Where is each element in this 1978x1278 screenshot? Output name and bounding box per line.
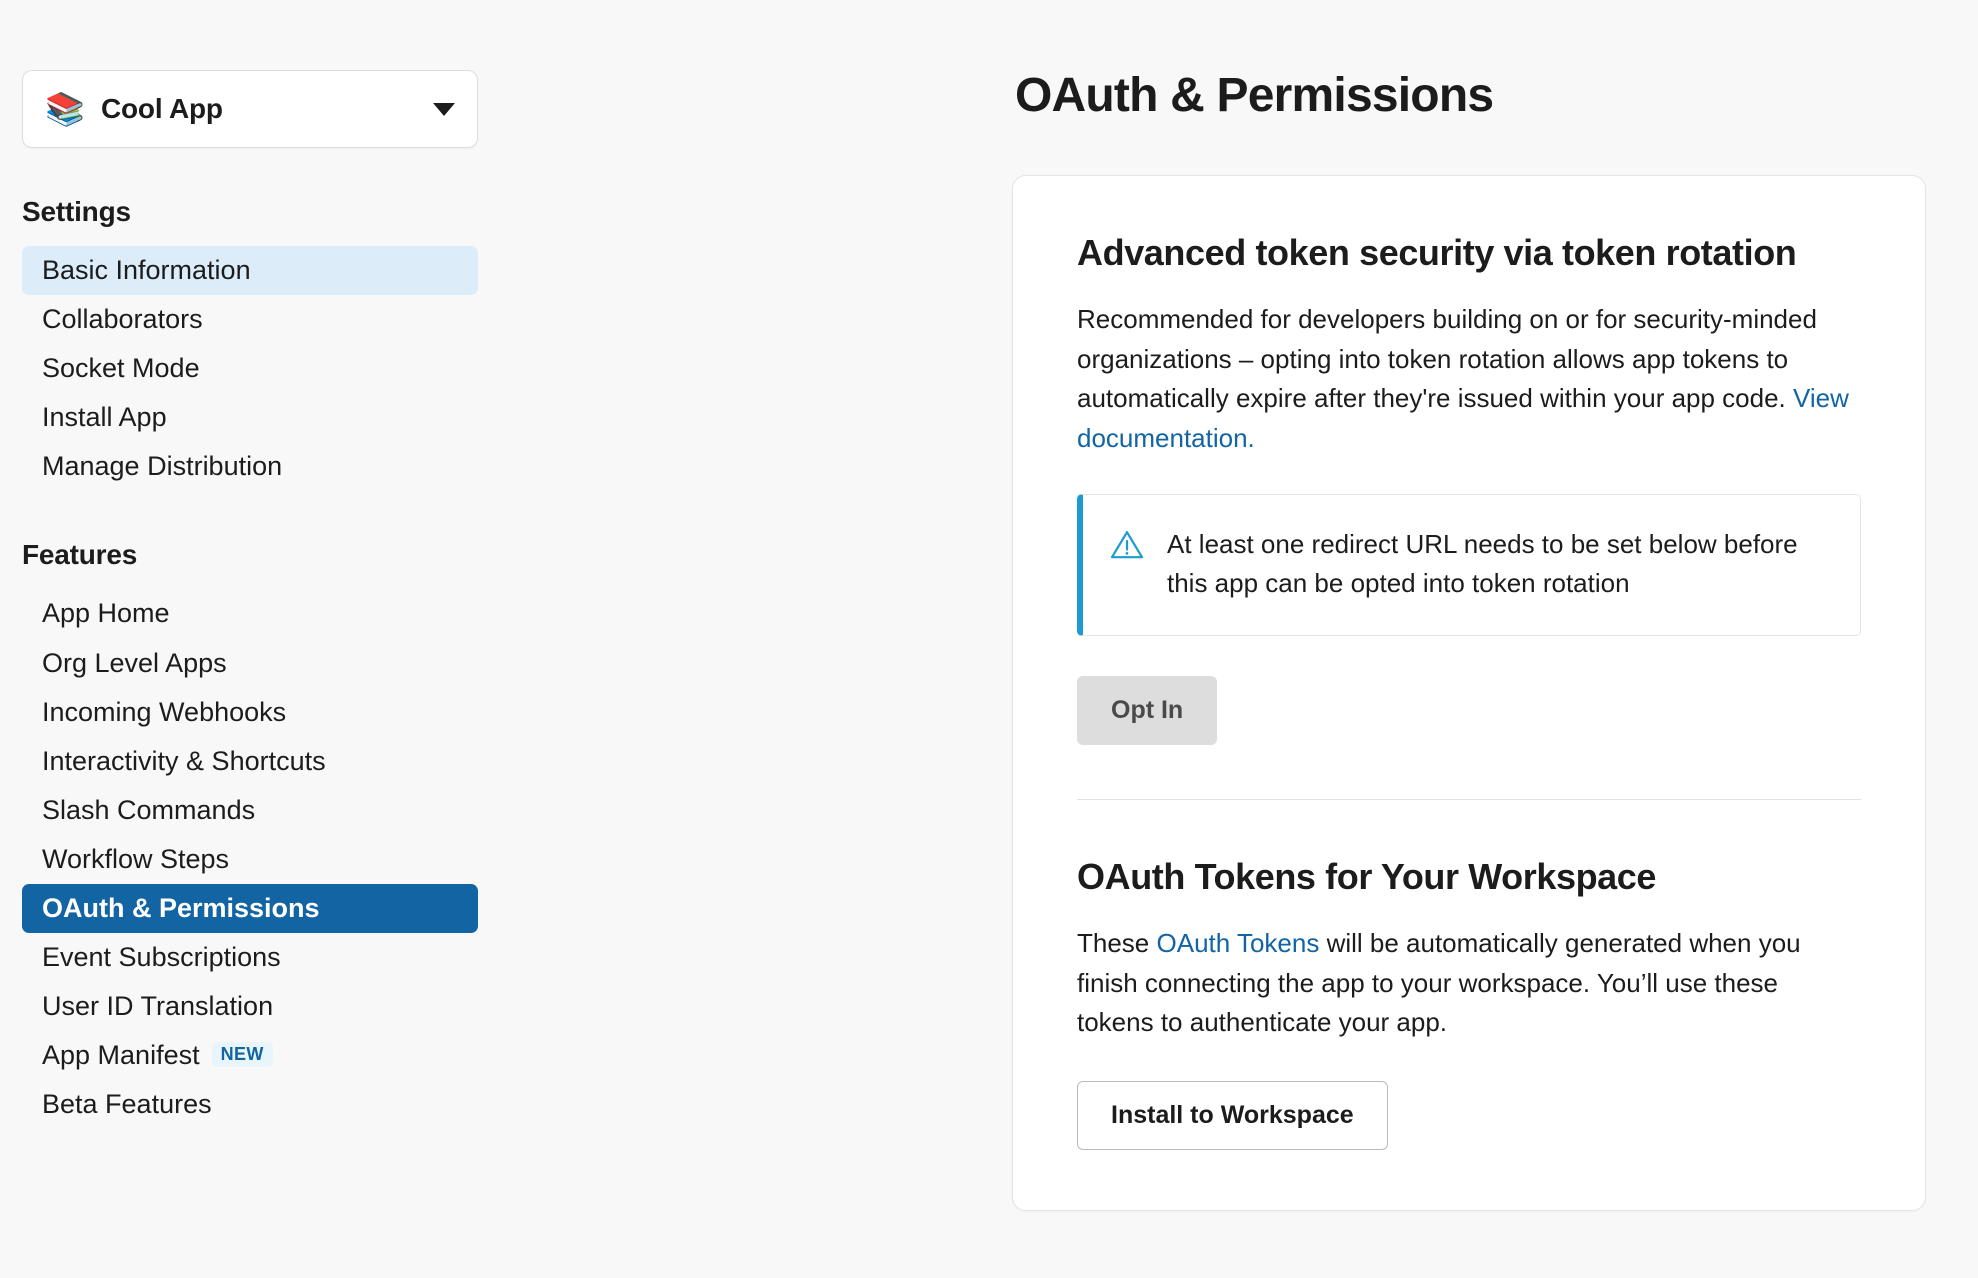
install-to-workspace-button[interactable]: Install to Workspace [1077,1080,1388,1150]
warning-triangle-icon [1109,527,1145,563]
sidebar-item-label: Basic Information [42,255,251,285]
sidebar-item-label: Socket Mode [42,353,200,384]
oauth-tokens-link[interactable]: OAuth Tokens [1157,928,1320,958]
nav-list-features: App Home Org Level Apps Incoming Webhook… [0,589,500,1129]
section-heading-token-rotation: Advanced token security via token rotati… [1077,232,1797,273]
section-heading-oauth-tokens: OAuth Tokens for Your Workspace [1077,856,1657,898]
page-title: OAuth & Permissions [1015,69,1494,122]
sidebar-item-user-id-translation[interactable]: User ID Translation [22,982,478,1031]
sidebar-item-interactivity-shortcuts[interactable]: Interactivity & Shortcuts [22,737,478,786]
oauth-tokens-description: These OAuth Tokens will be automatically… [1077,924,1861,1043]
section-divider [1077,799,1861,801]
nav-section-title-settings: Settings [22,196,131,227]
sidebar-item-event-subscriptions[interactable]: Event Subscriptions [22,933,478,982]
sidebar-item-label: Event Subscriptions [42,942,281,973]
nav-list-settings: Basic Information Collaborators Socket M… [0,246,500,491]
sidebar-item-label: Workflow Steps [42,843,230,874]
sidebar-item-app-manifest[interactable]: App Manifest NEW [22,1031,478,1080]
sidebar-item-install-app[interactable]: Install App [22,393,478,442]
redirect-url-alert: At least one redirect URL needs to be se… [1077,494,1861,637]
token-rotation-description-text: Recommended for developers building on o… [1077,304,1817,414]
chevron-down-icon[interactable] [433,102,455,116]
sidebar-item-slash-commands[interactable]: Slash Commands [22,786,478,835]
nav-section-title-features: Features [22,539,138,571]
sidebar-item-manage-distribution[interactable]: Manage Distribution [22,442,478,491]
sidebar: 📚 Cool App Settings Basic Information Co… [0,0,500,1278]
opt-in-button[interactable]: Opt In [1077,676,1218,746]
sidebar-item-beta-features[interactable]: Beta Features [22,1080,478,1129]
alert-message: At least one redirect URL needs to be se… [1167,529,1798,599]
app-root: 📚 Cool App Settings Basic Information Co… [0,0,1978,1278]
sidebar-item-oauth-permissions[interactable]: OAuth & Permissions [22,884,478,934]
sidebar-item-label: Org Level Apps [42,647,227,678]
app-name-label: Cool App [101,93,223,124]
sidebar-item-collaborators[interactable]: Collaborators [22,295,478,344]
sidebar-item-label: Slash Commands [42,794,256,825]
sidebar-item-workflow-steps[interactable]: Workflow Steps [22,835,478,884]
sidebar-item-label: Manage Distribution [42,451,283,482]
app-switcher[interactable]: 📚 Cool App [22,70,478,148]
sidebar-item-incoming-webhooks[interactable]: Incoming Webhooks [22,688,478,737]
status-badge-new: NEW [211,1042,273,1068]
content-card: Advanced token security via token rotati… [1012,175,1926,1211]
sidebar-item-label: OAuth & Permissions [42,893,320,924]
sidebar-item-app-home[interactable]: App Home [22,589,478,638]
sidebar-item-label: Install App [42,402,167,433]
sidebar-item-label: App Home [42,598,170,629]
sidebar-item-basic-information[interactable]: Basic Information [22,246,478,296]
books-icon: 📚 [45,91,85,127]
sidebar-item-label: Interactivity & Shortcuts [42,745,326,776]
sidebar-item-org-level-apps[interactable]: Org Level Apps [22,639,478,688]
sidebar-item-label: Collaborators [42,304,203,335]
sidebar-item-label: Incoming Webhooks [42,696,287,727]
oauth-tokens-description-prefix: These [1077,928,1157,959]
main-content: OAuth & Permissions Advanced token secur… [500,0,1978,1278]
sidebar-item-socket-mode[interactable]: Socket Mode [22,344,478,393]
token-rotation-description: Recommended for developers building on o… [1077,300,1861,458]
sidebar-item-label: Beta Features [42,1089,212,1120]
sidebar-item-label: App Manifest [42,1040,200,1071]
sidebar-item-label: User ID Translation [42,991,274,1022]
